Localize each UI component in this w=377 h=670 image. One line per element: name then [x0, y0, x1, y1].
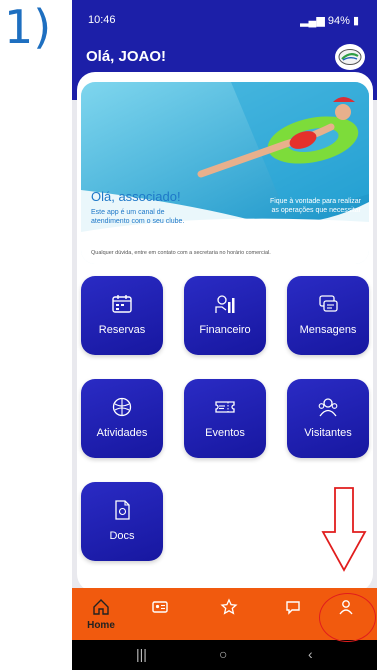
nav-chat[interactable] [278, 598, 308, 634]
red-arrow-annotation [321, 487, 367, 572]
greeting-text: Olá, JOAO! [86, 48, 167, 65]
tile-label: Mensagens [299, 324, 357, 336]
tile-reservas[interactable]: Reservas [81, 276, 163, 355]
battery-icon: ▮ [352, 15, 359, 27]
status-bar: 10:46 ▂▄▆ 94% ▮ [72, 0, 377, 42]
tile-label: Atividades [96, 427, 148, 439]
step-number-annotation: 1) [4, 0, 52, 54]
chat-icon [286, 601, 300, 615]
tile-financeiro[interactable]: Financeiro [184, 276, 266, 355]
nav-home-label: Home [87, 620, 115, 631]
welcome-banner: Olá, associado! Este app é um canal de a… [81, 82, 369, 264]
tile-docs[interactable]: Docs [81, 482, 163, 561]
status-right: ▂▄▆ 94% ▮ [300, 14, 359, 27]
star-icon [220, 598, 238, 615]
finance-icon [215, 295, 235, 313]
banner-subtitle: Este app é um canal de atendimento com o… [91, 209, 185, 225]
signal-icon: ▂▄▆ [300, 15, 325, 27]
tile-eventos[interactable]: Eventos [184, 379, 266, 458]
activities-icon [112, 397, 132, 417]
banner-footer: Qualquer dúvida, entre em contato com a … [91, 250, 271, 256]
tile-label: Visitantes [304, 427, 352, 439]
banner-right-text: Fique à vontade para realizar as operaçõ… [269, 198, 361, 214]
status-time: 10:46 [88, 14, 116, 26]
home-icon [93, 599, 109, 615]
nav-member-card[interactable] [145, 598, 175, 634]
ticket-icon [215, 401, 235, 413]
visitors-icon [318, 398, 338, 417]
home-button-icon[interactable]: ○ [219, 646, 227, 662]
member-card-icon [152, 601, 168, 613]
battery-percent: 94% [327, 15, 350, 27]
tile-atividades[interactable]: Atividades [81, 379, 163, 458]
red-circle-annotation [319, 593, 376, 642]
tile-mensagens[interactable]: Mensagens [287, 276, 369, 355]
document-icon [115, 500, 130, 520]
messages-icon [319, 295, 338, 312]
tile-label: Financeiro [199, 324, 251, 336]
club-logo-icon[interactable] [335, 44, 365, 70]
recents-button-icon[interactable]: ||| [136, 646, 147, 662]
nav-home[interactable]: Home [86, 598, 116, 634]
tile-label: Docs [109, 530, 135, 542]
calendar-icon [112, 295, 132, 313]
tile-visitantes[interactable]: Visitantes [287, 379, 369, 458]
android-system-bar: ||| ○ ‹ [72, 640, 377, 670]
pool-illustration [81, 82, 369, 264]
tile-label: Eventos [205, 427, 245, 439]
nav-favorites[interactable] [214, 598, 244, 634]
tile-label: Reservas [98, 324, 146, 336]
back-button-icon[interactable]: ‹ [308, 646, 313, 662]
banner-title: Olá, associado! [91, 189, 181, 204]
